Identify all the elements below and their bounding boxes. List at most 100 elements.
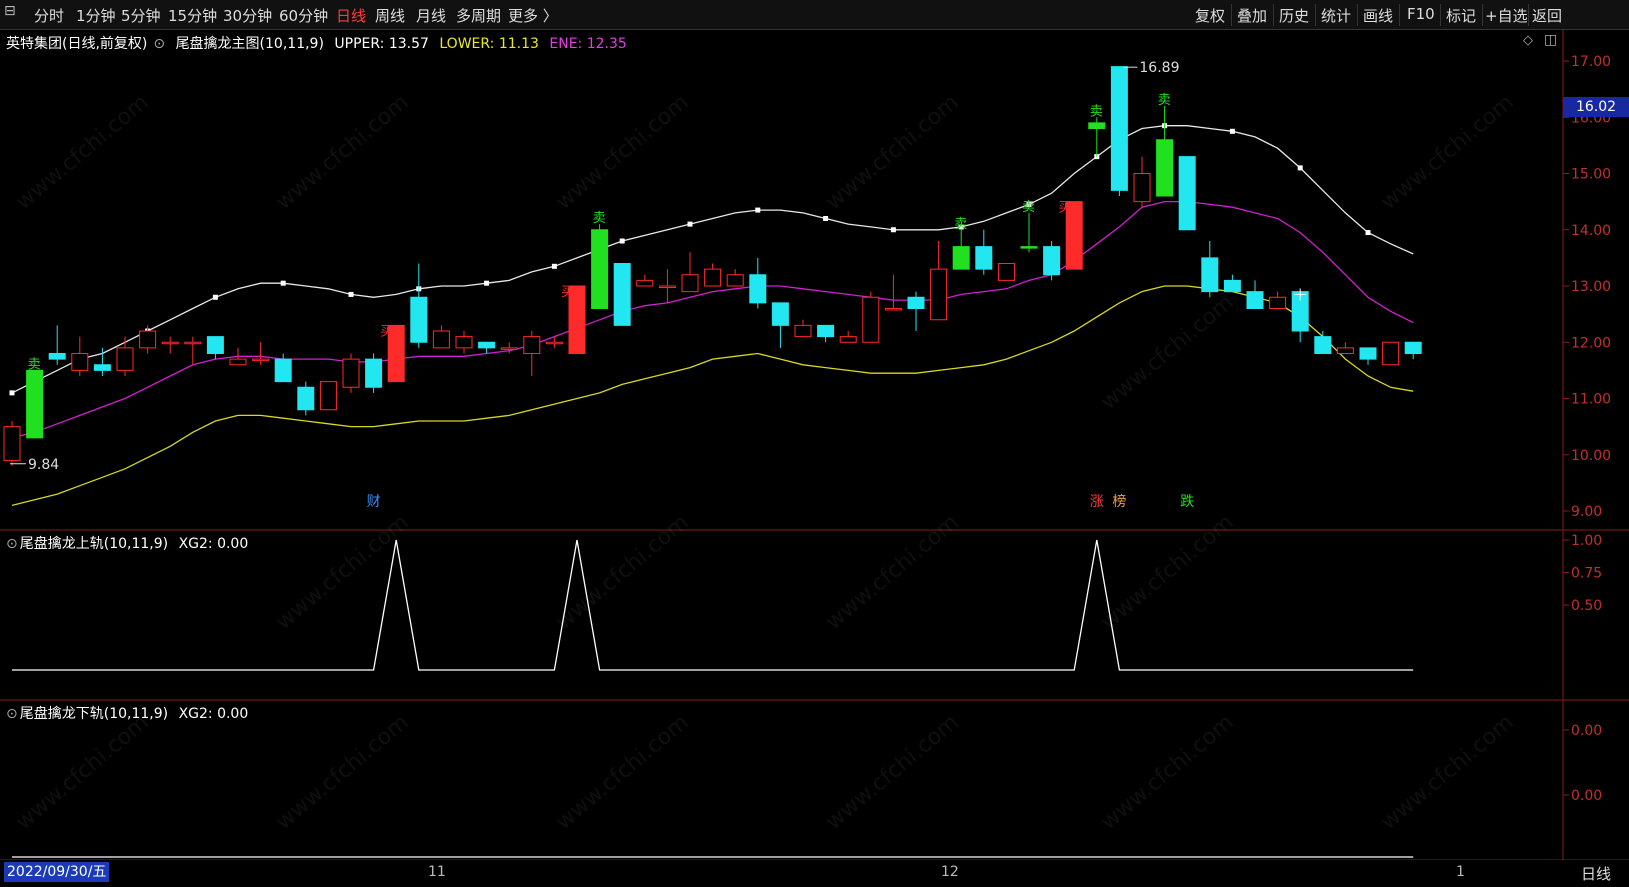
candle-body [839, 336, 857, 343]
candle-body [297, 386, 315, 411]
upper-marker [348, 291, 354, 297]
upper-marker [1229, 128, 1235, 134]
upper-marker [551, 263, 557, 269]
sub2-collapse-icon[interactable]: ⊙ [6, 706, 18, 722]
lower-value: LOWER: 11.13 [439, 36, 539, 52]
tab-30min[interactable]: 30分钟 [223, 5, 272, 26]
draw-line-button[interactable]: 画线 [1363, 5, 1393, 26]
stock-title[interactable]: 英特集团(日线,前复权) [6, 36, 147, 52]
upper-marker [890, 227, 896, 233]
tab-monthly[interactable]: 月线 [416, 5, 446, 26]
candle-body [229, 358, 247, 366]
event-marker: 财 [367, 494, 381, 510]
sell-signal-label: 卖 [1090, 104, 1103, 119]
sub2-name[interactable]: 尾盘擒龙下轨(10,11,9) [20, 706, 168, 722]
candle-body [432, 330, 450, 349]
stats-button[interactable]: 统计 [1321, 5, 1351, 26]
sub1-signal-line [12, 539, 1414, 671]
app-menu-icon[interactable]: ⊟ [4, 3, 16, 19]
tab-1min[interactable]: 1分钟 [76, 5, 116, 26]
tab-fenshi[interactable]: 分时 [34, 5, 64, 26]
buy-signal-label: 买 [561, 285, 574, 300]
tab-60min[interactable]: 60分钟 [279, 5, 328, 26]
period-selector[interactable]: 日线 [1581, 863, 1611, 884]
upper-marker [755, 207, 761, 213]
indicator-name[interactable]: 尾盘擒龙主图(10,11,9) [176, 36, 324, 52]
tab-weekly[interactable]: 周线 [375, 5, 405, 26]
tab-daily[interactable]: 日线 [336, 5, 366, 26]
cursor-date: 2022/09/30/五 [4, 862, 110, 882]
candle-body [71, 353, 89, 371]
candle-body [26, 369, 44, 439]
candle-body [817, 324, 835, 338]
buy-signal-label: 买 [380, 324, 393, 339]
price-tick-label: 15.00 [1571, 167, 1611, 183]
fuquan-button[interactable]: 复权 [1195, 5, 1225, 26]
x-label-dec: 12 [941, 864, 959, 880]
back-button[interactable]: 返回 [1532, 5, 1562, 26]
x-label-nov: 11 [428, 864, 446, 880]
f10-button[interactable]: F10 [1407, 5, 1435, 23]
add-watchlist-button[interactable]: +自选 [1485, 5, 1528, 26]
indicator-collapse-icon[interactable]: ⊙ [153, 36, 165, 52]
candle-body [749, 274, 767, 304]
candle-body [365, 358, 383, 388]
mark-button[interactable]: 标记 [1446, 5, 1476, 26]
candle-body [184, 341, 202, 345]
candle-body [952, 246, 970, 270]
upper-marker [212, 294, 218, 300]
candle-body [319, 381, 337, 411]
lower-band-line [11, 285, 1414, 507]
tab-5min[interactable]: 5分钟 [121, 5, 161, 26]
candle-body [681, 274, 699, 293]
sell-signal-label: 卖 [1022, 200, 1035, 215]
upper-marker [687, 221, 693, 227]
candle-body [771, 302, 789, 326]
candle-body [523, 336, 541, 354]
candle-body [907, 296, 925, 309]
candle-body [161, 341, 179, 345]
upper-value: UPPER: 13.57 [334, 36, 429, 52]
candle-body [794, 324, 812, 338]
buy-signal-label: 买 [1058, 201, 1071, 216]
candle-body [1043, 246, 1061, 276]
overlay-button[interactable]: 叠加 [1237, 5, 1267, 26]
chart-canvas[interactable]: 17.0016.0015.0014.0013.0012.0011.0010.00… [0, 30, 1629, 860]
sub1-tick-label: 1.00 [1571, 533, 1602, 549]
candle-body [139, 330, 157, 349]
candle-body [704, 268, 722, 287]
price-tick-label: 14.00 [1571, 223, 1611, 239]
sub1-tick-label: 0.50 [1571, 598, 1602, 614]
event-marker: 涨 [1090, 494, 1104, 510]
history-button[interactable]: 历史 [1279, 5, 1309, 26]
period-toolbar: ⊟ 分时 1分钟 5分钟 15分钟 30分钟 60分钟 日线 周线 月线 多周期… [0, 0, 1629, 30]
upper-marker [619, 238, 625, 244]
candle-body [500, 347, 518, 350]
candle-body [1156, 139, 1174, 197]
candle-body [410, 296, 428, 343]
candle-body [997, 263, 1015, 281]
candle-body [726, 274, 744, 287]
event-marker: 榜 [1112, 493, 1126, 510]
price-tick-label: 17.00 [1571, 54, 1611, 70]
panel-toggle-icon[interactable]: ◫ [1544, 32, 1557, 48]
candle-body [545, 341, 563, 345]
tab-multi-period[interactable]: 多周期 [456, 5, 501, 26]
candle-body [1359, 347, 1377, 360]
tab-15min[interactable]: 15分钟 [168, 5, 217, 26]
price-tick-label: 9.00 [1571, 504, 1602, 520]
candle-body [1201, 257, 1219, 293]
sub1-collapse-icon[interactable]: ⊙ [6, 536, 18, 552]
candle-body [455, 336, 473, 349]
candle-body [591, 229, 609, 309]
upper-marker [1365, 230, 1371, 236]
candle-body [478, 341, 496, 349]
time-axis [0, 860, 1629, 887]
diamond-icon[interactable]: ◇ [1523, 33, 1533, 48]
candle-body [613, 263, 631, 326]
sub1-name[interactable]: 尾盘擒龙上轨(10,11,9) [20, 536, 168, 552]
tab-more[interactable]: 更多 〉 [508, 5, 558, 26]
candle-body [658, 285, 676, 288]
sub1-tick-label: 0.75 [1571, 566, 1602, 582]
sub2-tick-label: 0.00 [1571, 788, 1602, 804]
